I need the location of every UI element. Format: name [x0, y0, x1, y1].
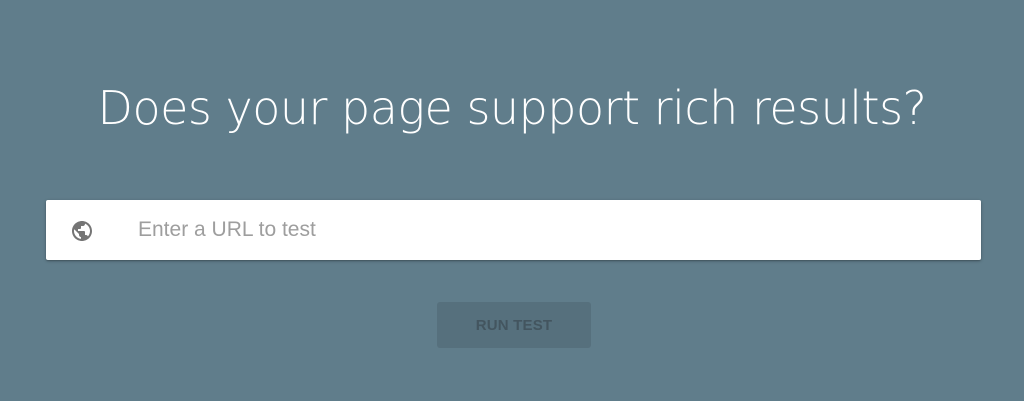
- run-test-button[interactable]: RUN TEST: [437, 302, 591, 348]
- page-headline: Does your page support rich results?: [97, 81, 927, 135]
- url-search-bar[interactable]: [46, 200, 981, 260]
- globe-icon: [70, 219, 94, 243]
- url-input[interactable]: [138, 200, 958, 260]
- hero-section: Does your page support rich results? RUN…: [0, 0, 1024, 401]
